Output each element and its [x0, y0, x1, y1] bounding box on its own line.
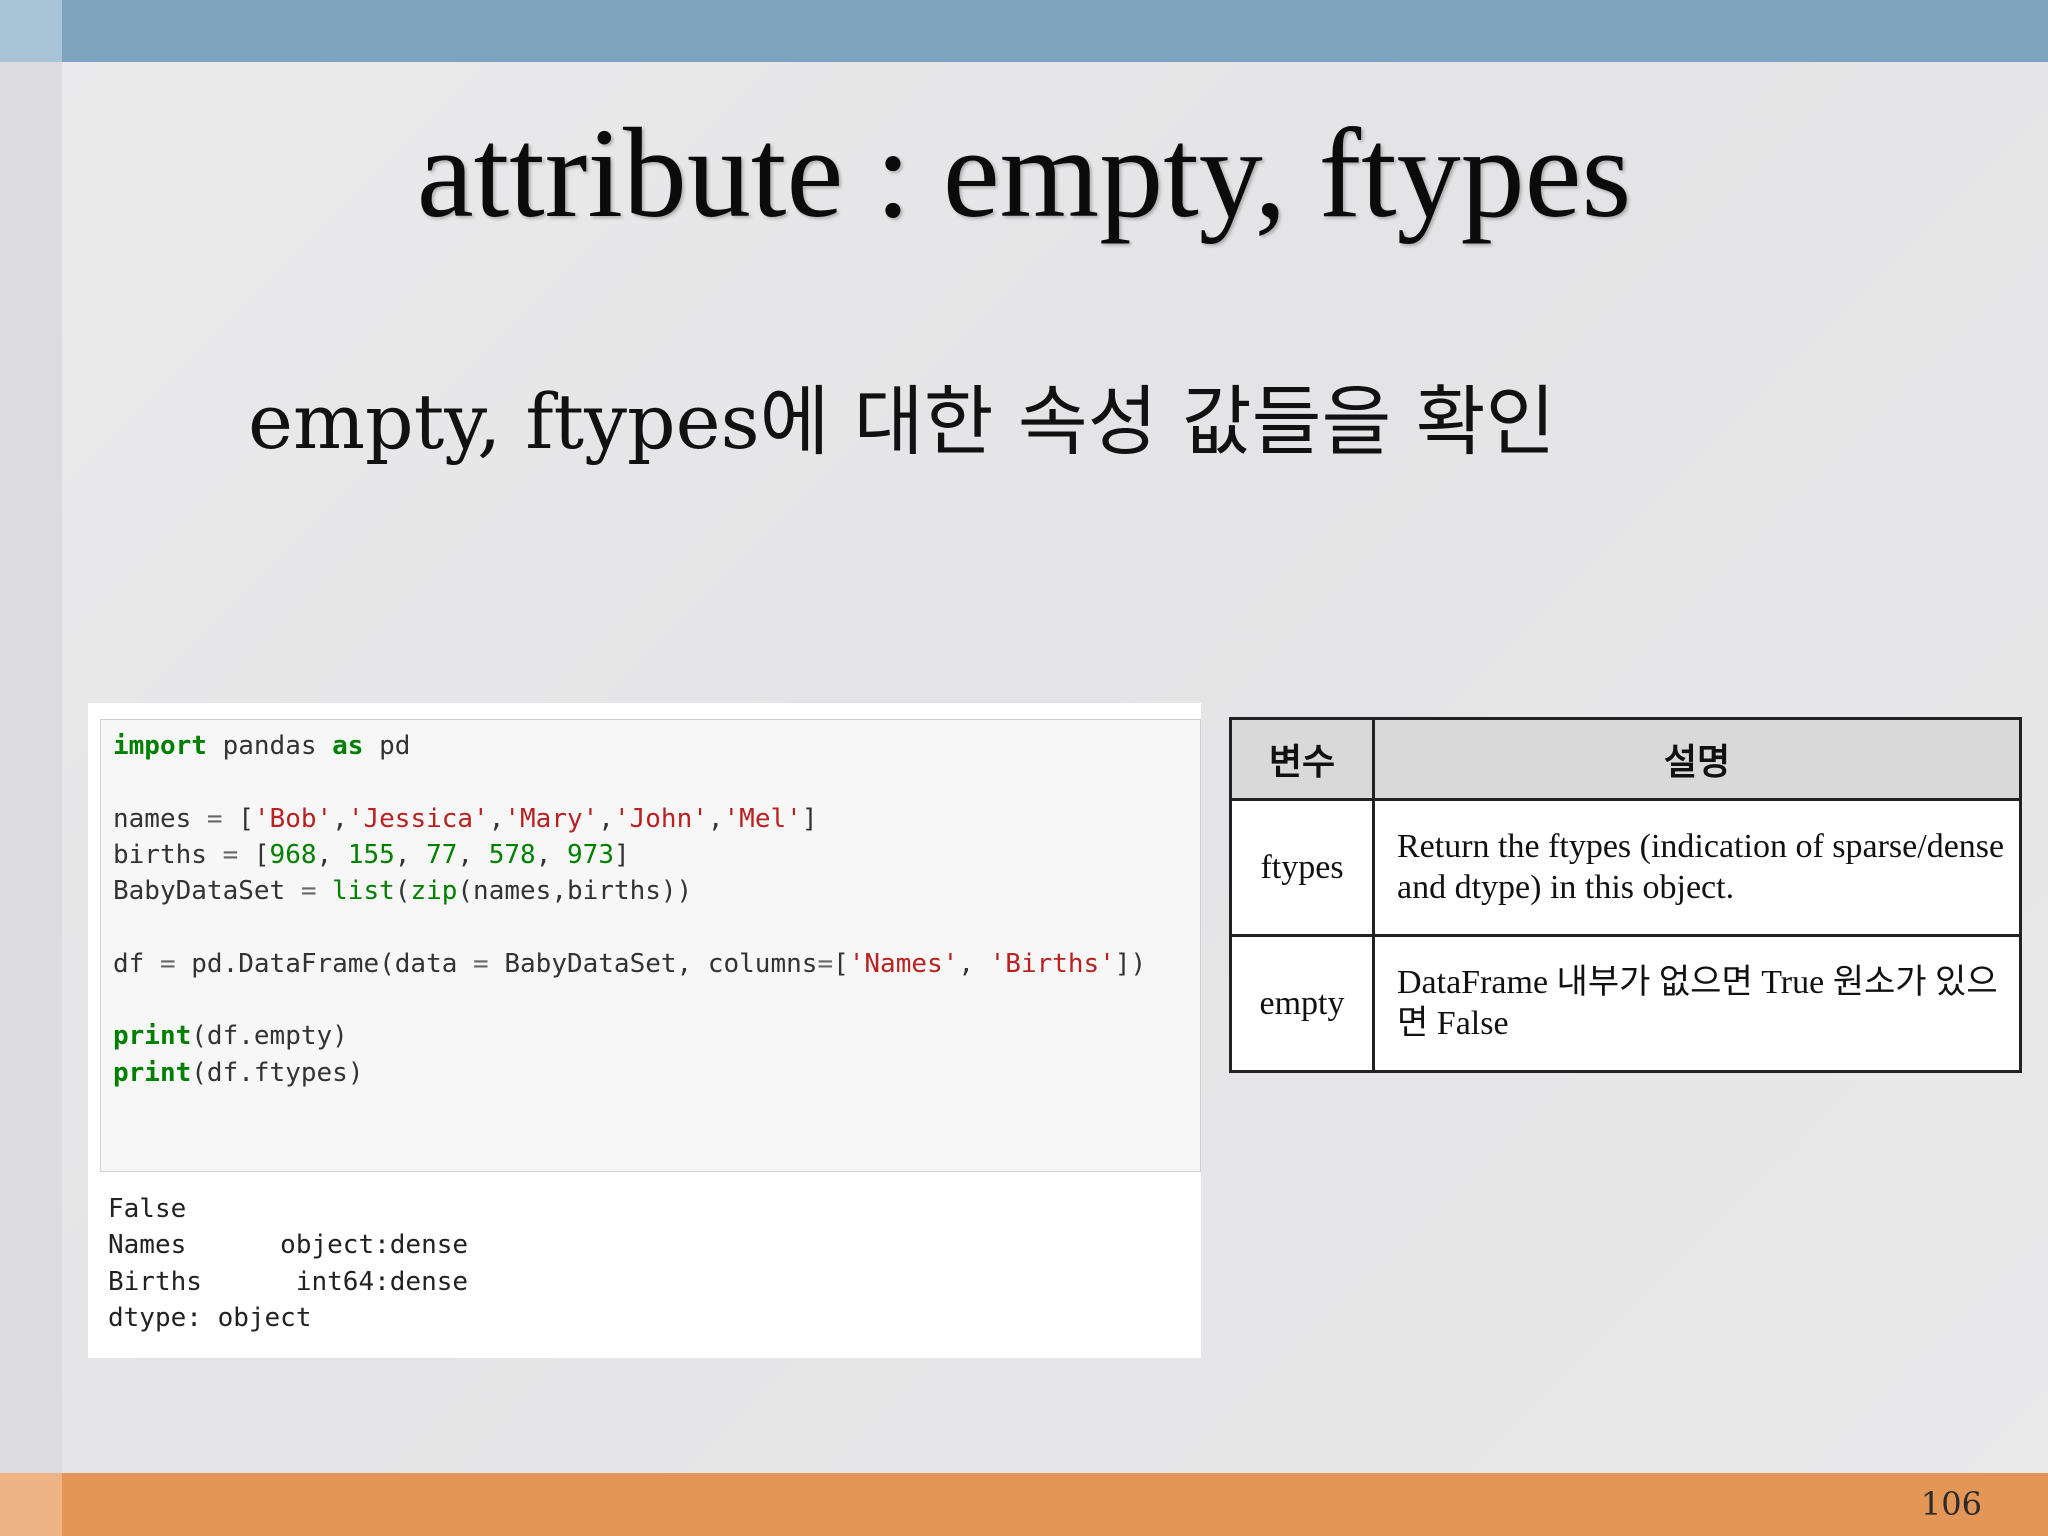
- row-name: ftypes: [1229, 798, 1375, 937]
- code-line: df = pd.DataFrame(data = BabyDataSet, co…: [113, 948, 1147, 979]
- top-bar: [0, 0, 2048, 62]
- code-block: import pandas as pd names = ['Bob','Jess…: [113, 728, 1146, 1091]
- header-variable: 변수: [1229, 717, 1375, 801]
- code-line: births = [968, 155, 77, 578, 973]: [113, 839, 630, 870]
- table-row: empty DataFrame 내부가 없으면 True 원소가 있으면 Fal…: [1229, 934, 2022, 1073]
- output-line: dtype: object: [108, 1302, 312, 1333]
- code-line: names = ['Bob','Jessica','Mary','John','…: [113, 803, 818, 834]
- page-number: 106: [1920, 1485, 1982, 1523]
- bottom-bar: 106: [0, 1473, 2048, 1536]
- code-line: import pandas as pd: [113, 731, 411, 761]
- code-line: print(df.empty): [113, 1021, 348, 1052]
- output-line: Names object:dense: [108, 1230, 469, 1261]
- top-bar-accent: [0, 0, 62, 62]
- code-line: BabyDataSet = list(zip(names,births)): [113, 876, 693, 907]
- attribute-table: 변수 설명 ftypes Return the ftypes (indicati…: [1229, 717, 2022, 1073]
- table-row: ftypes Return the ftypes (indication of …: [1229, 798, 2022, 937]
- row-name: empty: [1229, 934, 1375, 1073]
- code-screenshot: import pandas as pd names = ['Bob','Jess…: [88, 703, 1201, 1358]
- output-line: Births int64:dense: [108, 1266, 469, 1297]
- row-description: Return the ftypes (indication of sparse/…: [1372, 798, 2022, 937]
- row-description: DataFrame 내부가 없으면 True 원소가 있으면 False: [1372, 934, 2022, 1073]
- code-line: print(df.ftypes): [113, 1057, 364, 1088]
- slide-title: attribute : empty, ftypes: [416, 102, 1632, 244]
- header-description: 설명: [1372, 717, 2022, 801]
- slide-subtitle: empty, ftypes에 대한 속성 값들을 확인: [248, 377, 1556, 466]
- output-block: False Names object:dense Births int64:de…: [108, 1191, 468, 1336]
- bottom-bar-accent: [0, 1473, 62, 1536]
- output-line: False: [108, 1194, 187, 1224]
- code-input-cell: import pandas as pd names = ['Bob','Jess…: [100, 719, 1201, 1172]
- left-strip: [0, 62, 62, 1473]
- table-header-row: 변수 설명: [1229, 717, 2022, 801]
